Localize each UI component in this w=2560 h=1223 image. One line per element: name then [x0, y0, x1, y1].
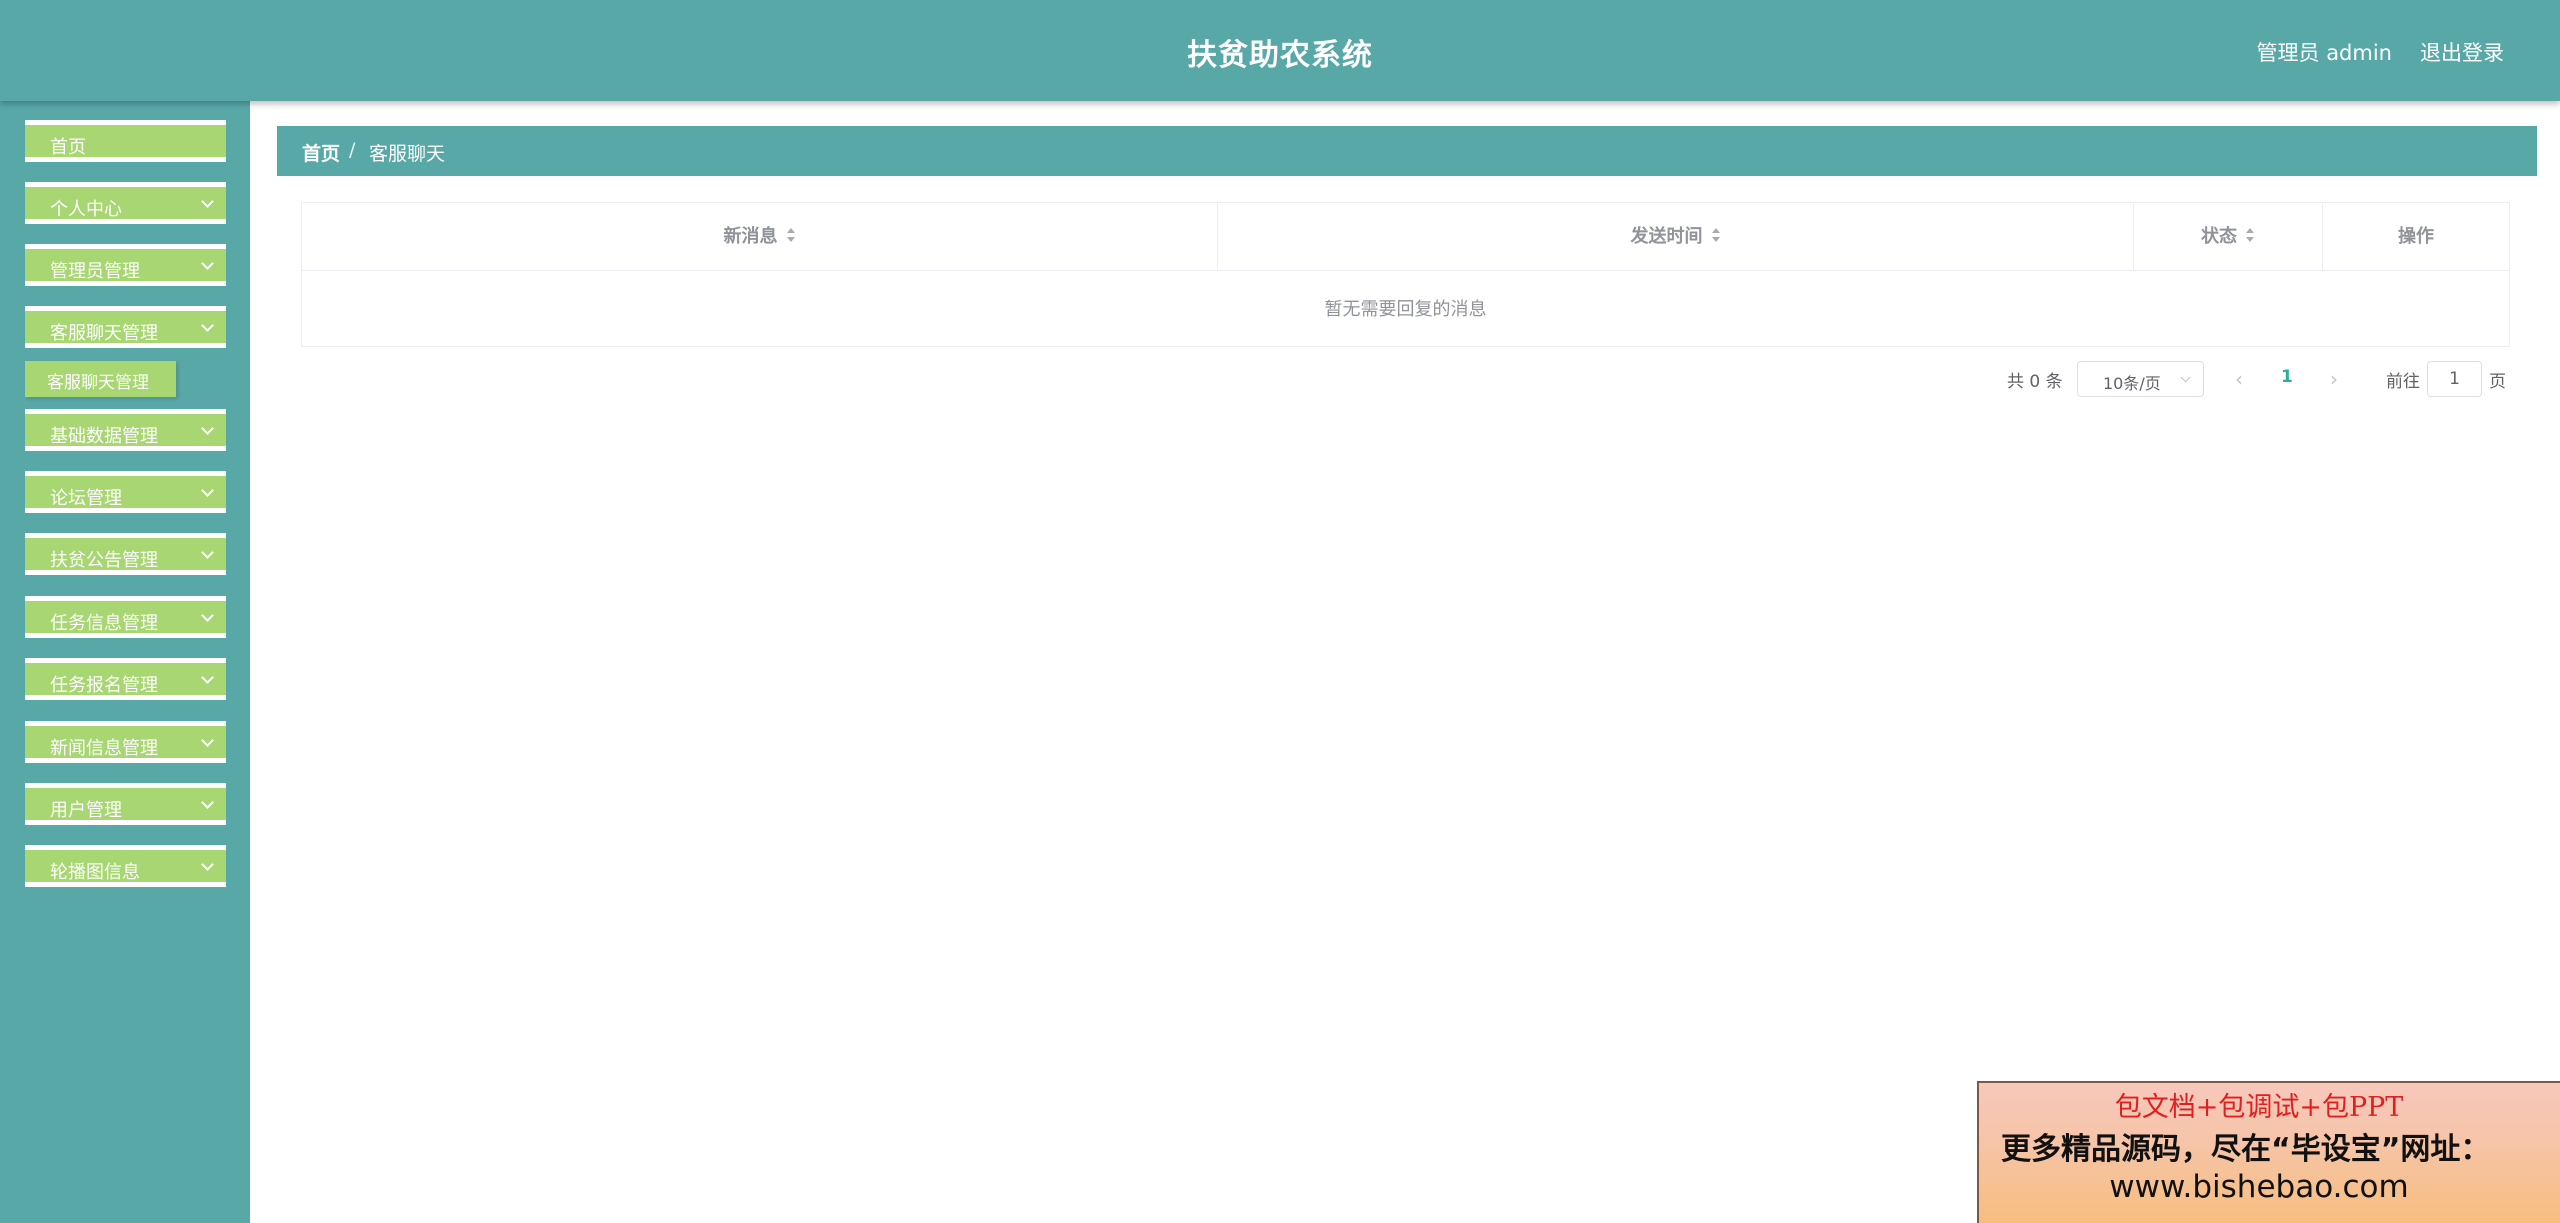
chevron-down-icon	[201, 671, 214, 684]
sidebar-item-label: 新闻信息管理	[50, 738, 158, 759]
sidebar-item-label: 用户管理	[50, 800, 122, 821]
page-size-value: 10条/页	[2103, 374, 2161, 393]
chevron-down-icon	[201, 609, 214, 622]
sort-icon[interactable]	[2245, 227, 2255, 243]
chevron-down-icon	[201, 484, 214, 497]
sidebar-item-label: 论坛管理	[50, 488, 122, 509]
page-size-select[interactable]: 10条/页	[2077, 361, 2204, 397]
breadcrumb-current: 客服聊天	[369, 143, 446, 165]
ad-website: www.bishebao.com	[2109, 1169, 2409, 1205]
sidebar-item-task-info[interactable]: 任务信息管理	[25, 596, 226, 638]
chevron-down-icon	[201, 319, 214, 332]
chevron-down-icon	[201, 195, 214, 208]
sidebar-item-label: 扶贫公告管理	[50, 550, 158, 571]
app-title: 扶贫助农系统	[1187, 38, 1373, 73]
sidebar-item-chat-management[interactable]: 客服聊天管理	[25, 306, 226, 348]
sort-icon[interactable]	[786, 227, 796, 243]
sidebar-item-news[interactable]: 新闻信息管理	[25, 721, 226, 763]
logout-link[interactable]: 退出登录	[2420, 37, 2504, 67]
column-header-label: 发送时间	[1630, 226, 1703, 247]
sidebar-item-carousel[interactable]: 轮播图信息	[25, 845, 226, 887]
chevron-down-icon	[201, 422, 214, 435]
sidebar-item-forum[interactable]: 论坛管理	[25, 471, 226, 513]
submenu-item-chat-management[interactable]: 客服聊天管理	[25, 361, 176, 397]
breadcrumb-home[interactable]: 首页	[302, 139, 340, 166]
messages-table: 新消息 发送时间 状态 操作 暂无需要回复的消息	[301, 202, 2510, 347]
prev-page-button[interactable]: ‹	[2235, 367, 2255, 391]
sidebar-item-label: 轮播图信息	[50, 862, 140, 883]
chevron-down-icon	[2180, 372, 2191, 383]
pagination-total: 共 0 条	[2007, 372, 2063, 392]
current-user: 管理员 admin	[2256, 41, 2392, 65]
breadcrumb: 首页 / 客服聊天	[277, 126, 2537, 176]
sidebar-item-label: 任务报名管理	[50, 675, 158, 696]
sidebar-item-label: 管理员管理	[50, 261, 140, 282]
sidebar-item-task-signup[interactable]: 任务报名管理	[25, 658, 226, 700]
chevron-down-icon	[201, 257, 214, 270]
column-header-label: 新消息	[723, 226, 778, 247]
sidebar: 首页 个人中心 管理员管理 客服聊天管理 客服聊天管理 基础数据管理 论坛管理 …	[0, 101, 250, 1223]
chevron-down-icon	[201, 796, 214, 809]
goto-page-input[interactable]	[2427, 361, 2482, 397]
ad-line-2: 更多精品源码，尽在“毕设宝”网址：	[2001, 1132, 2491, 1167]
goto-label: 前往	[2386, 372, 2420, 392]
breadcrumb-separator: /	[349, 139, 356, 161]
column-header-status[interactable]: 状态	[2134, 203, 2323, 271]
sort-icon[interactable]	[1711, 227, 1721, 243]
sidebar-item-home[interactable]: 首页	[25, 120, 226, 162]
sidebar-item-users[interactable]: 用户管理	[25, 783, 226, 825]
sidebar-item-label: 基础数据管理	[50, 426, 158, 447]
chevron-down-icon	[201, 734, 214, 747]
sidebar-item-admin-management[interactable]: 管理员管理	[25, 244, 226, 286]
chevron-down-icon	[201, 546, 214, 559]
sidebar-item-label: 客服聊天管理	[50, 323, 158, 344]
column-header-new-message[interactable]: 新消息	[302, 203, 1218, 271]
sidebar-item-announcements[interactable]: 扶贫公告管理	[25, 533, 226, 575]
chevron-down-icon	[201, 858, 214, 871]
table-empty-text: 暂无需要回复的消息	[1324, 299, 1487, 320]
sidebar-item-label: 任务信息管理	[50, 613, 158, 634]
page-number-current[interactable]: 1	[2281, 367, 2293, 387]
column-header-label: 操作	[2398, 226, 2434, 247]
column-header-label: 状态	[2201, 226, 2237, 247]
sidebar-item-label: 个人中心	[50, 199, 122, 220]
ad-line-1: 包文档+包调试+包PPT	[2114, 1092, 2404, 1123]
sidebar-item-label: 首页	[50, 137, 86, 158]
sidebar-item-basic-data[interactable]: 基础数据管理	[25, 409, 226, 451]
column-header-actions: 操作	[2323, 203, 2509, 271]
next-page-button[interactable]: ›	[2330, 367, 2350, 391]
ad-banner[interactable]: 包文档+包调试+包PPT 更多精品源码，尽在“毕设宝”网址： www.bishe…	[1977, 1081, 2560, 1223]
top-header: 扶贫助农系统 管理员 admin 退出登录	[0, 0, 2560, 101]
column-header-send-time[interactable]: 发送时间	[1218, 203, 2134, 271]
sidebar-item-personal-center[interactable]: 个人中心	[25, 182, 226, 224]
page-unit-label: 页	[2489, 372, 2506, 392]
